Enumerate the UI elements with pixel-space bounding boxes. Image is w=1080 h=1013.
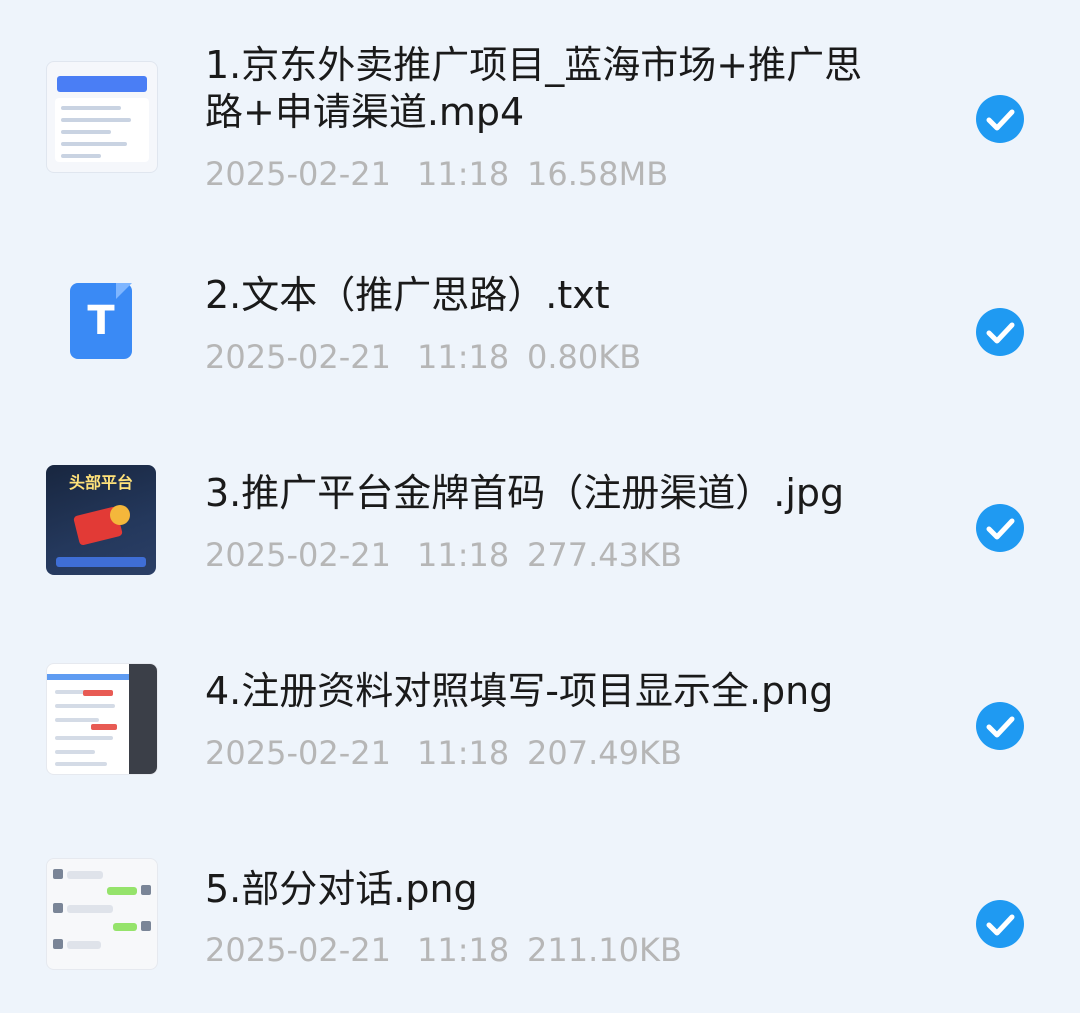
- file-size: 0.80KB: [527, 338, 642, 376]
- check-circle-icon[interactable]: [976, 95, 1024, 143]
- file-meta: 2025-02-21 11:18 207.49KB: [205, 733, 682, 773]
- file-name: 1.京东外卖推广项目_蓝海市场+推广思 路+申请渠道.mp4: [205, 43, 863, 134]
- check-circle-icon[interactable]: [976, 900, 1024, 948]
- chat-thumbnail: [46, 858, 158, 970]
- file-date: 2025-02-21: [205, 536, 391, 574]
- check-circle-icon[interactable]: [976, 702, 1024, 750]
- file-date: 2025-02-21: [205, 155, 391, 193]
- file-date: 2025-02-21: [205, 734, 391, 772]
- poster-headline: 头部平台: [68, 473, 133, 492]
- text-file-icon: T: [46, 266, 156, 376]
- file-meta: 2025-02-21 11:18 211.10KB: [205, 930, 682, 970]
- form-thumbnail: [46, 663, 158, 775]
- file-size: 211.10KB: [527, 931, 682, 969]
- file-meta: 2025-02-21 11:18 16.58MB: [205, 154, 668, 194]
- file-meta: 2025-02-21 11:18 277.43KB: [205, 535, 682, 575]
- file-name: 4.注册资料对照填写-项目显示全.png: [205, 669, 834, 713]
- file-meta: 2025-02-21 11:18 0.80KB: [205, 337, 641, 377]
- check-circle-icon[interactable]: [976, 308, 1024, 356]
- file-size: 207.49KB: [527, 734, 682, 772]
- video-thumbnail: [46, 61, 158, 173]
- file-name: 3.推广平台金牌首码（注册渠道）.jpg: [205, 471, 845, 515]
- file-time: 11:18: [417, 536, 510, 574]
- check-circle-icon[interactable]: [976, 504, 1024, 552]
- file-time: 11:18: [417, 338, 510, 376]
- text-file-letter: T: [87, 298, 115, 344]
- file-date: 2025-02-21: [205, 338, 391, 376]
- file-date: 2025-02-21: [205, 931, 391, 969]
- file-time: 11:18: [417, 155, 510, 193]
- file-size: 16.58MB: [527, 155, 669, 193]
- file-name: 5.部分对话.png: [205, 867, 478, 911]
- poster-thumbnail: 头部平台: [46, 465, 156, 575]
- file-size: 277.43KB: [527, 536, 682, 574]
- file-name: 2.文本（推广思路）.txt: [205, 273, 610, 317]
- file-time: 11:18: [417, 931, 510, 969]
- file-list: 1.京东外卖推广项目_蓝海市场+推广思 路+申请渠道.mp4 2025-02-2…: [0, 0, 1080, 1013]
- file-time: 11:18: [417, 734, 510, 772]
